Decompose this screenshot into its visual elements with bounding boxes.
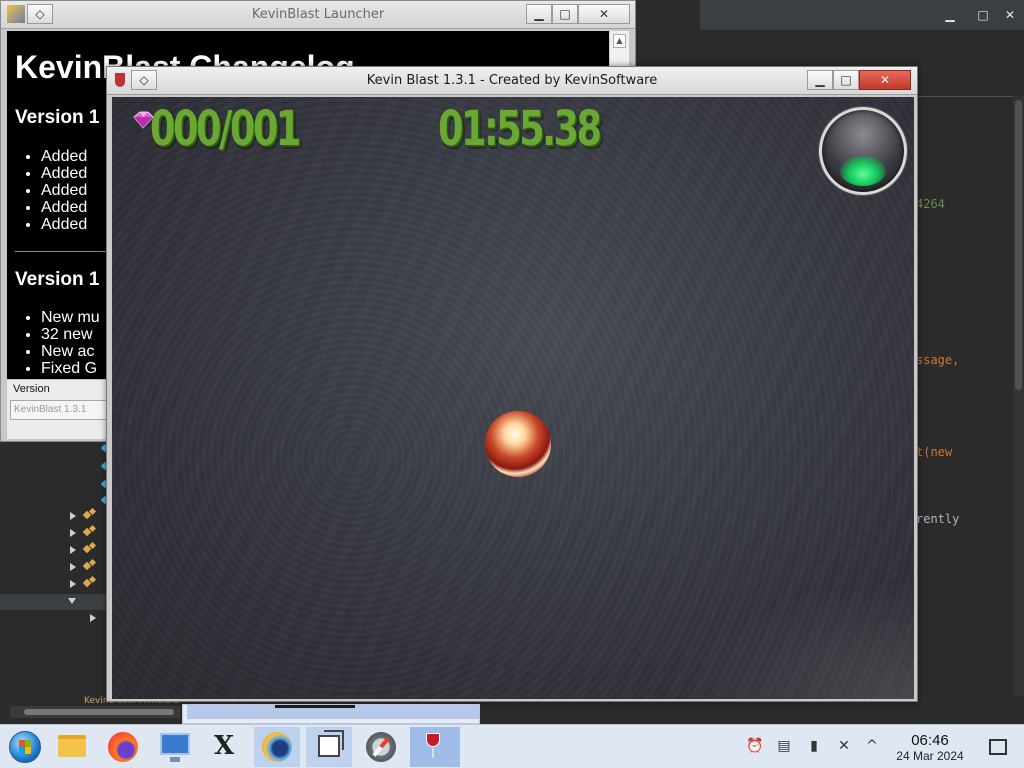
tree-item[interactable] <box>0 525 110 541</box>
changelog-list: Added Added Added Added Added <box>41 148 87 233</box>
ide-minimize-button[interactable]: ▁ <box>940 6 960 24</box>
taskbar-app-button[interactable] <box>254 727 300 767</box>
list-item: New ac <box>41 343 100 360</box>
game-titlebar: ◇ Kevin Blast 1.3.1 - Created by KevinSo… <box>107 67 917 95</box>
game-maximize-button[interactable]: □ <box>833 70 859 90</box>
clock-date[interactable]: 24 Mar 2024 <box>886 749 974 763</box>
code-line-message: ssage, <box>916 353 960 367</box>
volume-muted-icon[interactable]: ✕ <box>836 738 852 754</box>
package-icon <box>84 509 96 521</box>
taskbar-app-button[interactable] <box>100 727 146 767</box>
package-icon <box>84 526 96 538</box>
version-select[interactable]: KevinBlast 1.3.1 <box>10 400 110 420</box>
launcher-maximize-button[interactable]: □ <box>552 4 578 24</box>
package-icon <box>84 543 96 555</box>
taskbar-app-button[interactable] <box>306 727 352 767</box>
remote-desktop-icon <box>160 733 190 762</box>
sun-globe-icon <box>262 732 292 762</box>
notifications-icon[interactable] <box>989 739 1007 755</box>
package-icon <box>84 596 96 608</box>
battery-icon[interactable]: ▮ <box>806 738 822 754</box>
file-manager-icon <box>58 735 86 757</box>
firefox-icon <box>108 732 138 762</box>
tree-item[interactable] <box>0 542 110 558</box>
list-item: 32 new <box>41 326 100 343</box>
list-item: Added <box>41 199 87 216</box>
gem-counter: 000/001 <box>150 101 301 157</box>
ide-horizontal-scrollbar[interactable] <box>10 706 180 718</box>
scroll-up-icon[interactable]: ▲ <box>613 34 626 48</box>
tree-item[interactable] <box>0 576 110 592</box>
version-heading: Version 1 <box>15 107 100 128</box>
game-window: ◇ Kevin Blast 1.3.1 - Created by KevinSo… <box>106 66 918 702</box>
x-app-icon: X <box>214 731 235 761</box>
code-line-new: t(new <box>916 445 953 459</box>
window-switcher-icon <box>318 730 344 757</box>
taskbar-app-button[interactable] <box>152 727 198 767</box>
package-icon <box>84 577 96 589</box>
compass-icon <box>366 732 396 762</box>
list-item: New mu <box>41 309 100 326</box>
player-ball <box>485 411 551 477</box>
game-viewport[interactable]: 000/001 01:55.38 <box>112 97 914 699</box>
ide-code-editor[interactable]: 4264 ssage, t(new rently <box>916 96 1024 656</box>
ide-project-tree <box>0 440 110 724</box>
ide-titlebar: ▁ □ ✕ <box>700 0 1024 30</box>
start-menu-button[interactable] <box>2 727 48 767</box>
taskbar-window-preview <box>182 704 480 724</box>
alarm-icon[interactable]: ⏰ <box>746 738 763 754</box>
ide-close-button[interactable]: ✕ <box>1000 6 1020 24</box>
wine-icon <box>426 733 440 758</box>
clock-time[interactable]: 06:46 <box>892 732 968 749</box>
taskbar-app-button[interactable] <box>410 727 460 767</box>
launcher-minimize-button[interactable]: ▁ <box>526 4 552 24</box>
tree-item[interactable] <box>0 610 110 626</box>
status-light-icon <box>819 107 907 195</box>
taskbar-app-button[interactable] <box>358 727 404 767</box>
code-line-number: 4264 <box>916 197 945 211</box>
tree-selected-row[interactable] <box>0 594 110 610</box>
package-icon <box>84 560 96 572</box>
taskbar-app-button[interactable] <box>48 727 94 767</box>
start-menu-icon <box>9 731 41 763</box>
list-item: Added <box>41 148 87 165</box>
list-item: Added <box>41 165 87 182</box>
chevron-up-icon[interactable]: ^ <box>864 738 880 754</box>
taskbar: X ⏰ ▤ ▮ ✕ ^ 06:46 24 Mar 2024 <box>0 724 1024 768</box>
tree-item[interactable] <box>0 559 110 575</box>
level-timer: 01:55.38 <box>438 101 602 157</box>
game-title: Kevin Blast 1.3.1 - Created by KevinSoft… <box>366 73 658 88</box>
launcher-close-button[interactable]: ✕ <box>578 4 630 24</box>
tree-item[interactable] <box>0 508 110 524</box>
changelog-list: New mu 32 new New ac Fixed G <box>41 309 100 377</box>
clipboard-icon[interactable]: ▤ <box>776 738 792 754</box>
list-item: Fixed G <box>41 360 100 377</box>
taskbar-app-button[interactable]: X <box>204 727 250 767</box>
launcher-titlebar: ◇ KevinBlast Launcher ▁ □ ✕ <box>1 1 635 29</box>
version-heading: Version 1 <box>15 269 100 290</box>
list-item: Added <box>41 216 87 233</box>
game-minimize-button[interactable]: ▁ <box>807 70 833 90</box>
ide-vertical-scrollbar[interactable] <box>1013 96 1024 696</box>
list-item: Added <box>41 182 87 199</box>
game-close-button[interactable]: ✕ <box>859 70 911 90</box>
code-line-currently: rently <box>916 512 960 526</box>
ide-maximize-button[interactable]: □ <box>973 6 993 24</box>
version-label: Version <box>13 383 50 395</box>
